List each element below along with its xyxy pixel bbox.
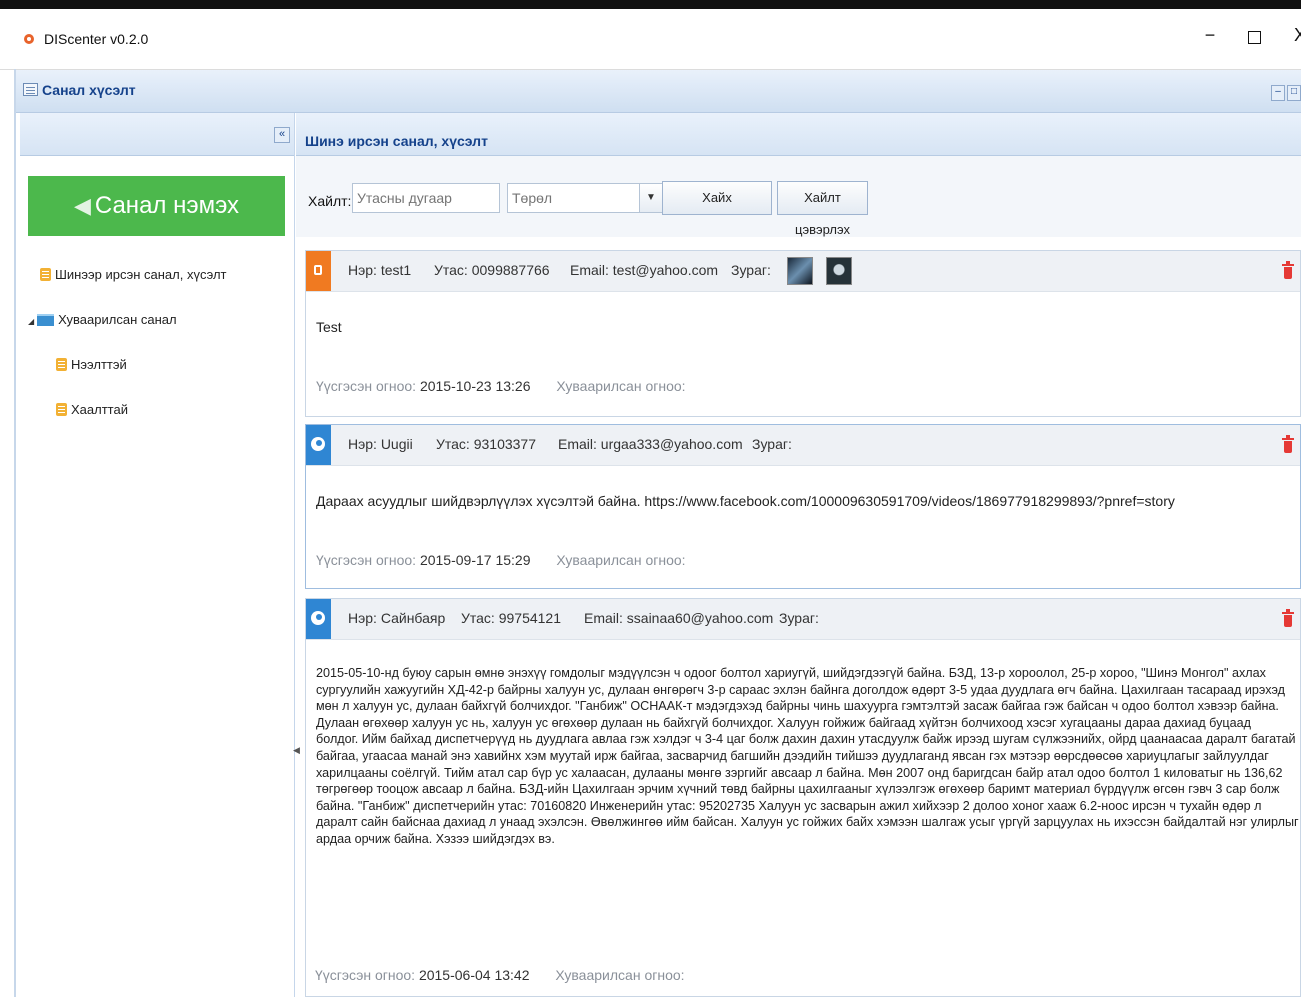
document-icon xyxy=(56,358,67,371)
feedback-card: Нэр: Сайнбаяр Утас: 99754121 Email: ssai… xyxy=(305,598,1301,997)
body-line: төгрөгөөр тооцож авсаар л байна. БЗД-ийн… xyxy=(316,782,1280,797)
panel-tools: – □ xyxy=(1269,82,1301,101)
body-line: даралт сайн байснаа дахиад л унаад эхэлс… xyxy=(316,815,1299,830)
tree-item-label: Нээлттэй xyxy=(71,357,127,372)
feedback-email: Email: ssainaa60@yahoo.com xyxy=(584,610,774,626)
add-feedback-label: Санал нэмэх xyxy=(94,192,240,219)
folder-icon xyxy=(37,314,55,326)
feedback-image-label: Зураг: xyxy=(779,610,819,626)
feedback-email: Email: test@yahoo.com xyxy=(570,262,719,278)
sidebar: « ◀ Санал нэмэх Шинээр ирсэн санал, хүсэл… xyxy=(20,113,295,997)
body-line: Дулаан өгөхөөр халуун ус нь, халуун ус ө… xyxy=(316,715,1251,730)
window-titlebar: DIScenter v0.2.0 − X xyxy=(0,9,1301,70)
created-date: 2015-06-04 13:42 xyxy=(418,967,530,983)
chevron-down-icon[interactable]: ▼ xyxy=(639,184,662,212)
close-button[interactable]: X xyxy=(1288,25,1301,46)
main-content: Шинэ ирсэн санал, хүсэлт Хайлт: ▼ Хайх Х… xyxy=(296,113,1301,997)
feedback-footer: Үүсгэсэн огноо: 2015-10-23 13:26 Хуваари… xyxy=(316,378,686,394)
feedback-body: Дараах асуудлыг шийдвэрлүүлэх хүсэлтэй б… xyxy=(316,493,1175,509)
created-label: Үүсгэсэн огноо: xyxy=(316,552,417,568)
expand-arrow-icon[interactable]: ◢ xyxy=(28,312,34,332)
panel-border xyxy=(14,69,16,997)
paper-plane-icon: ◀ xyxy=(73,193,91,218)
feedback-phone: Утас: 93103377 xyxy=(436,436,537,452)
feedback-footer: Үүсгэсэн огноо: 2015-06-04 13:42 Хуваари… xyxy=(315,967,685,983)
body-line: 2015-05-10-нд буюу сарын өмнө энэхүү гом… xyxy=(316,666,1266,680)
panel-maximize-icon[interactable]: □ xyxy=(1287,85,1301,101)
trash-icon[interactable] xyxy=(1282,261,1294,279)
feedback-email: Email: urgaa333@yahoo.com xyxy=(558,436,743,452)
body-line: байна. "Ганбиж" диспетчерийн утас: 70160… xyxy=(316,798,1262,813)
phone-search-input[interactable] xyxy=(352,183,500,213)
image-thumbnail[interactable] xyxy=(826,257,852,285)
feedback-image-label: Зураг: xyxy=(752,436,792,452)
tree-item-label: Шинээр ирсэн санал, хүсэлт xyxy=(55,267,227,282)
assigned-label: Хуваарилсан огноо: xyxy=(556,552,686,568)
panel-minimize-icon[interactable]: – xyxy=(1271,85,1285,101)
maximize-icon xyxy=(1247,31,1261,44)
created-date: 2015-10-23 13:26 xyxy=(419,378,531,394)
image-thumbnail[interactable] xyxy=(787,257,813,285)
trash-icon[interactable] xyxy=(1282,609,1294,627)
body-line: байгаа, угаасаа манай энэ хавийнх хэм му… xyxy=(316,748,1269,763)
status-assigned-icon xyxy=(306,425,331,465)
assigned-label: Хуваарилсан огноо: xyxy=(555,967,685,983)
tree-item-label: Хуваарилсан санал xyxy=(58,312,177,327)
feedback-name: Нэр: Uugii xyxy=(348,436,413,452)
search-label: Хайлт: xyxy=(308,193,352,209)
app-logo-icon xyxy=(24,34,34,44)
assigned-label: Хуваарилсан огноо: xyxy=(556,378,686,394)
clear-search-button[interactable]: Хайлт цэвэрлэх xyxy=(777,181,868,237)
feedback-phone: Утас: 99754121 xyxy=(461,610,562,626)
body-line: ардаа орчиж байна. Хэзээ шийдэгдэх вэ. xyxy=(316,831,555,846)
body-line: мөн л халуун ус, дулаан байхгүй болчихдо… xyxy=(316,699,1279,714)
panel-header: Санал хүсэлт – □ xyxy=(16,70,1301,113)
body-line: болдог. Ийм байхад диспетчерүүд нь дуудл… xyxy=(316,732,1296,747)
feedback-card-header: Нэр: Сайнбаяр Утас: 99754121 Email: ssai… xyxy=(306,599,1300,640)
feedback-footer: Үүсгэсэн огноо: 2015-09-17 15:29 Хуваари… xyxy=(316,552,686,568)
tree-item-label: Хаалттай xyxy=(71,402,128,417)
feedback-phone: Утас: 0099887766 xyxy=(434,262,550,278)
tree-item-closed[interactable]: Хаалттай xyxy=(56,400,128,420)
top-edge xyxy=(0,0,1301,9)
tree-item-new[interactable]: Шинээр ирсэн санал, хүсэлт xyxy=(40,265,227,285)
main-header: Шинэ ирсэн санал, хүсэлт xyxy=(296,113,1301,156)
sidebar-header: « xyxy=(20,113,294,156)
feedback-body: Test xyxy=(316,319,342,335)
tree-item-assigned[interactable]: ◢ Хуваарилсан санал xyxy=(28,310,177,330)
feedback-name: Нэр: Сайнбаяр xyxy=(348,610,446,626)
status-new-icon xyxy=(306,251,331,291)
list-icon xyxy=(23,83,38,96)
collapse-sidebar-button[interactable]: « xyxy=(274,127,290,143)
feedback-card-header: Нэр: test1 Утас: 0099887766 Email: test@… xyxy=(306,251,1300,292)
document-icon xyxy=(56,403,67,416)
add-feedback-button[interactable]: ◀ Санал нэмэх xyxy=(28,176,285,236)
feedback-image-label: Зураг: xyxy=(731,262,771,278)
tree-item-open[interactable]: Нээлттэй xyxy=(56,355,127,375)
status-assigned-icon xyxy=(306,599,331,639)
document-icon xyxy=(40,268,51,281)
created-label: Үүсгэсэн огноо: xyxy=(315,967,416,983)
main-title: Шинэ ирсэн санал, хүсэлт xyxy=(305,133,488,149)
panel-title: Санал хүсэлт xyxy=(42,82,136,98)
created-label: Үүсгэсэн огноо: xyxy=(316,378,417,394)
feedback-body: 2015-05-10-нд буюу сарын өмнө энэхүү гом… xyxy=(316,665,1299,848)
body-line: харилцааны соёлгүй. Тийм атал сар бүр ус… xyxy=(316,765,1283,780)
feedback-card-header: Нэр: Uugii Утас: 93103377 Email: urgaa33… xyxy=(306,425,1300,466)
search-button[interactable]: Хайх xyxy=(662,181,772,215)
minimize-button[interactable]: − xyxy=(1198,25,1222,46)
feedback-card: Нэр: test1 Утас: 0099887766 Email: test@… xyxy=(305,250,1301,417)
feedback-name: Нэр: test1 xyxy=(348,262,412,278)
trash-icon[interactable] xyxy=(1282,435,1294,453)
feedback-card: Нэр: Uugii Утас: 93103377 Email: urgaa33… xyxy=(305,424,1301,589)
window-title: DIScenter v0.2.0 xyxy=(44,31,149,47)
body-line: сургуулийн хажуугийн ХД-42-р байрны халу… xyxy=(316,682,1285,697)
created-date: 2015-09-17 15:29 xyxy=(419,552,531,568)
maximize-button[interactable] xyxy=(1242,25,1266,49)
